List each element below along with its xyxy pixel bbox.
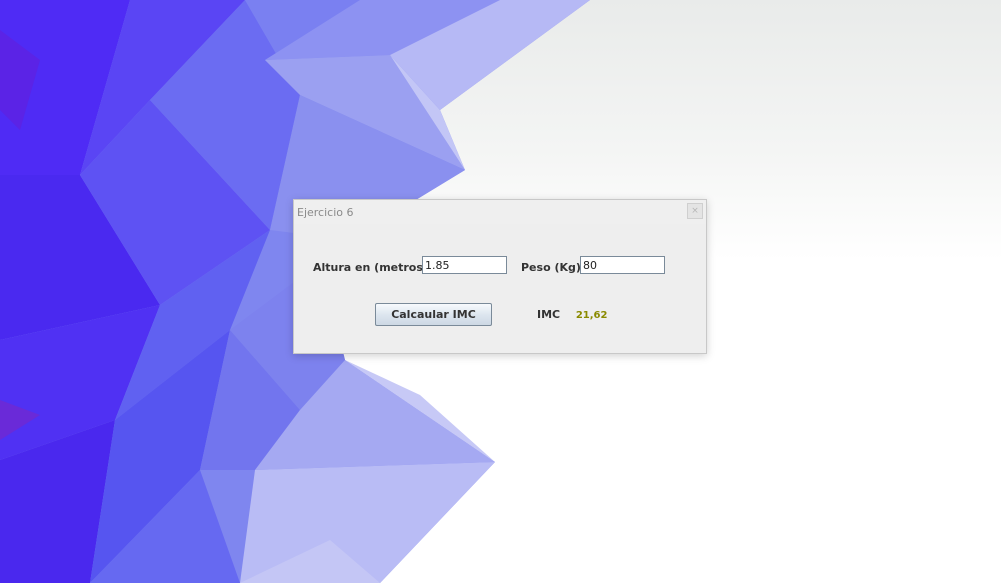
window-title: Ejercicio 6 [297,206,354,219]
calculate-button[interactable]: Calcaular IMC [375,303,492,326]
dialog-window: Ejercicio 6 × Altura en (metros) Peso (K… [293,199,707,354]
title-bar[interactable]: Ejercicio 6 × [294,200,706,224]
height-label: Altura en (metros) [313,261,428,274]
desktop: Ejercicio 6 × Altura en (metros) Peso (K… [0,0,1001,583]
weight-input[interactable] [580,256,665,274]
result-label: IMC [537,308,561,321]
result-display: IMC 21,62 [537,308,607,321]
weight-label: Peso (Kg) [521,261,581,274]
height-input[interactable] [422,256,507,274]
close-icon: × [691,206,699,216]
close-button[interactable]: × [687,203,703,219]
result-value: 21,62 [575,310,608,321]
